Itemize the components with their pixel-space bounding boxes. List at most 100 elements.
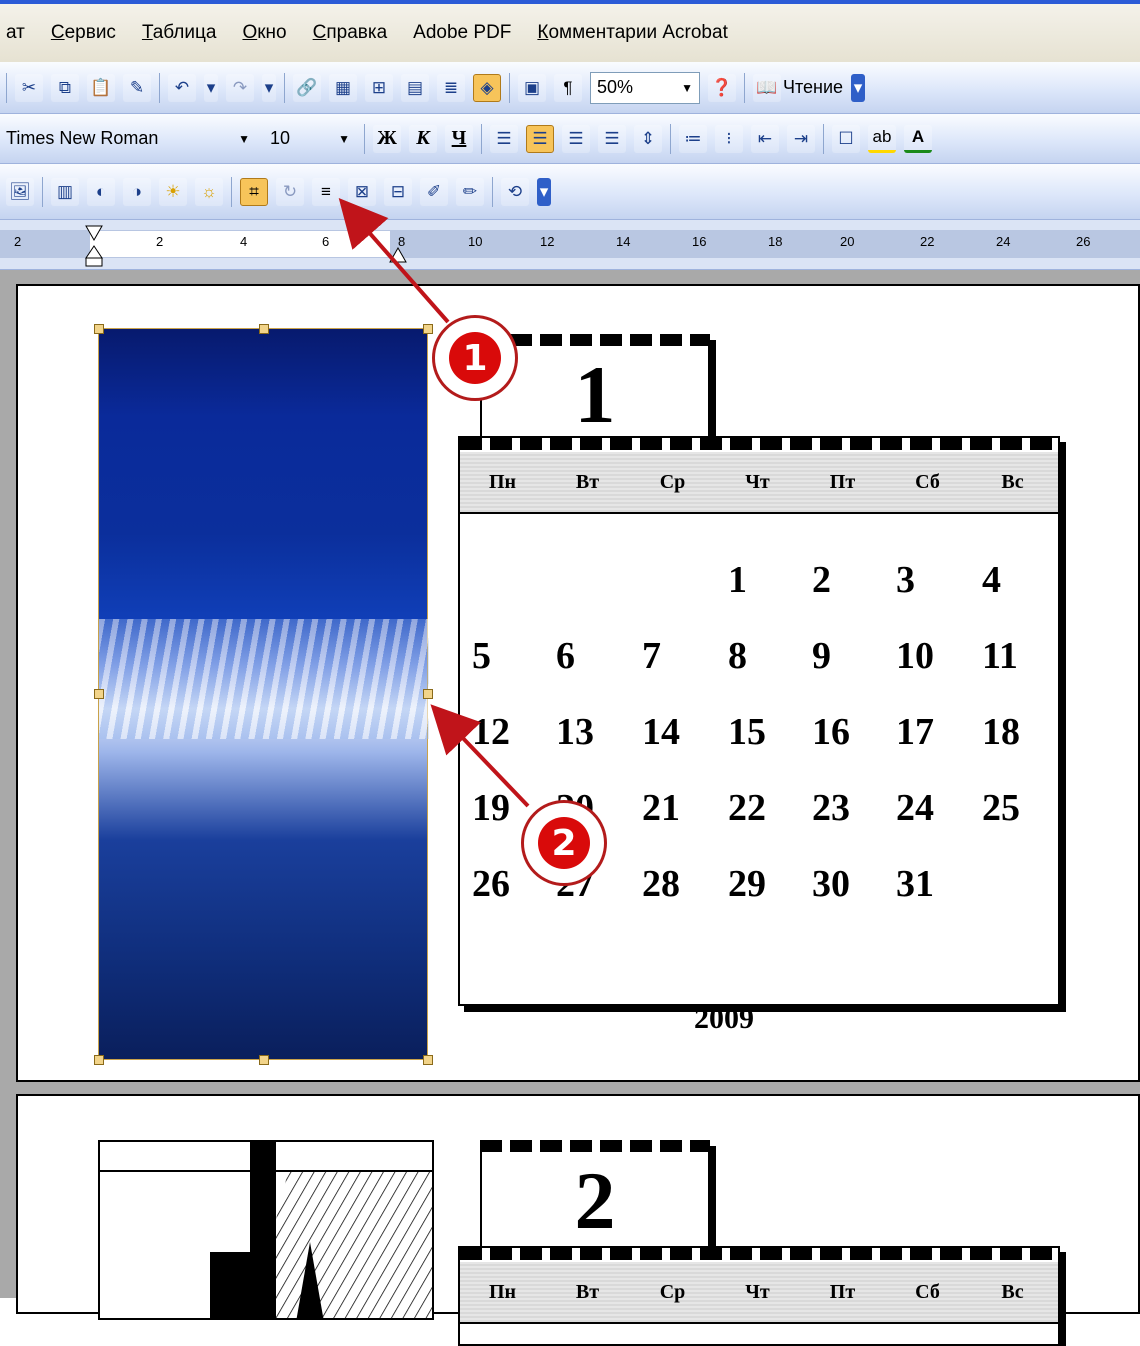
film-strip [480,1140,710,1152]
document-map-icon[interactable]: ▣ [518,73,546,102]
day-cell: 12 [472,711,510,753]
resize-handle[interactable] [259,324,269,334]
insert-excel-icon[interactable]: ▤ [401,73,429,102]
align-right-icon[interactable]: ☰ [562,124,590,153]
ruler-label: 12 [540,234,555,249]
right-indent-marker-icon[interactable] [388,244,408,266]
menu-adobe-pdf[interactable]: Adobe PDF [413,22,511,44]
help-icon[interactable]: ❓ [708,73,736,102]
resize-handle[interactable] [423,324,433,334]
zoom-value: 50% [597,77,634,97]
menu-format[interactable]: ат [6,22,25,44]
page-2: 2 Пн Вт Ср Чт Пт Сб Вс [16,1094,1140,1346]
day-cell: 14 [642,711,680,753]
paste-icon[interactable]: 📋 [87,73,115,102]
undo-icon[interactable]: ↶ [168,73,196,102]
chevron-down-icon[interactable]: ▼ [232,132,250,146]
underline-button[interactable]: Ч [445,124,473,153]
undo-dropdown-icon[interactable]: ▾ [204,73,218,102]
menu-table[interactable]: Таблица [142,22,217,44]
reset-picture-icon[interactable]: ⟲ [501,177,529,206]
weekday-label: Сб [915,1280,940,1303]
day-cell: 2 [812,559,831,601]
align-center-icon[interactable]: ☰ [526,124,554,153]
indent-marker-icon[interactable] [84,224,104,268]
resize-handle[interactable] [259,1055,269,1065]
more-brightness-icon[interactable]: ☀ [159,177,187,206]
highlight-icon[interactable]: ab [868,124,896,153]
chevron-down-icon[interactable]: ▼ [675,81,693,95]
format-picture-icon[interactable]: ✐ [420,177,448,206]
compress-icon[interactable]: ⊠ [348,177,376,206]
font-select[interactable]: Times New Roman ▼ [6,123,256,155]
redo-icon[interactable]: ↷ [226,73,254,102]
rotate-icon[interactable]: ↻ [276,177,304,206]
font-color-icon[interactable]: A [904,124,932,153]
resize-handle[interactable] [94,689,104,699]
menu-help[interactable]: Справка [313,22,388,44]
crop-icon[interactable]: ⌗ [240,177,268,206]
format-painter-icon[interactable]: ✎ [123,73,151,102]
borders-icon[interactable]: ☐ [832,124,860,153]
read-icon[interactable]: 📖 [753,73,781,102]
toolbar-separator [231,176,232,207]
cut-icon[interactable]: ✂ [15,73,43,102]
insert-table-icon[interactable]: ⊞ [365,73,393,102]
resize-handle[interactable] [423,1055,433,1065]
less-brightness-icon[interactable]: ☼ [195,177,223,206]
drawing-icon[interactable]: ◈ [473,73,501,102]
font-size-select[interactable]: 10 ▼ [264,123,356,155]
ruler-label: 22 [920,234,935,249]
day-cell: 18 [982,711,1020,753]
line-style-icon[interactable]: ≡ [312,177,340,206]
less-contrast-icon[interactable]: ◑ [123,177,151,206]
bold-button[interactable]: Ж [373,124,401,153]
weekday-label: Чт [745,1280,770,1303]
toolbar-separator [159,72,160,103]
city-skyline-picture[interactable] [98,1140,434,1320]
more-contrast-icon[interactable]: ◐ [87,177,115,206]
text-wrapping-icon[interactable]: ⊟ [384,177,412,206]
toolbar-separator [823,123,824,154]
redo-dropdown-icon[interactable]: ▾ [262,73,276,102]
decrease-indent-icon[interactable]: ⇤ [751,124,779,153]
color-icon[interactable]: ▥ [51,177,79,206]
line-spacing-icon[interactable]: ⇕ [634,124,662,153]
tables-borders-icon[interactable]: ▦ [329,73,357,102]
document-area[interactable]: 1 Пн Вт Ср Чт Пт Сб Вс 1 2 3 4 5 6 7 8 9… [0,270,1140,1346]
ruler-label: 2 [14,234,22,249]
resize-handle[interactable] [94,1055,104,1065]
chevron-down-icon[interactable]: ▼ [332,132,350,146]
toolbar-separator [481,123,482,154]
justify-icon[interactable]: ☰ [598,124,626,153]
set-transparent-icon[interactable]: ✏ [456,177,484,206]
italic-button[interactable]: К [409,124,437,153]
ruler-label: 2 [156,234,164,249]
increase-indent-icon[interactable]: ⇥ [787,124,815,153]
toolbar-separator [670,123,671,154]
bullets-icon[interactable]: ⁝ [715,124,743,153]
winter-forest-picture[interactable] [94,324,433,1065]
toolbar-options-icon[interactable]: ▾ [851,73,866,102]
menu-window[interactable]: Окно [242,22,286,44]
numbering-icon[interactable]: ≔ [679,124,707,153]
copy-icon[interactable]: ⧉ [51,73,79,102]
columns-icon[interactable]: ≣ [437,73,465,102]
horizontal-ruler[interactable]: 2 2 4 6 8 10 12 14 16 18 20 22 24 26 [0,220,1140,270]
menu-service[interactable]: Сервис [51,22,116,44]
month-number: 2 [574,1155,616,1246]
insert-picture-icon[interactable]: 🖼 [6,177,34,206]
frost-band [99,619,429,739]
toolbar-options-icon[interactable]: ▾ [537,177,551,206]
resize-handle[interactable] [423,689,433,699]
day-cell: 19 [472,787,510,829]
zoom-select[interactable]: 50% ▼ [590,71,700,104]
resize-handle[interactable] [94,324,104,334]
hyperlink-icon[interactable]: 🔗 [293,73,321,102]
show-formatting-icon[interactable]: ¶ [554,73,582,102]
menu-acrobat-comments[interactable]: Комментарии Acrobat [537,22,727,44]
reading-label[interactable]: Чтение [783,77,843,98]
picture-toolbar: 🖼 ▥ ◐ ◑ ☀ ☼ ⌗ ↻ ≡ ⊠ ⊟ ✐ ✏ ⟲ ▾ [0,164,1140,220]
ruler-label: 26 [1076,234,1091,249]
align-left-icon[interactable]: ☰ [490,124,518,153]
